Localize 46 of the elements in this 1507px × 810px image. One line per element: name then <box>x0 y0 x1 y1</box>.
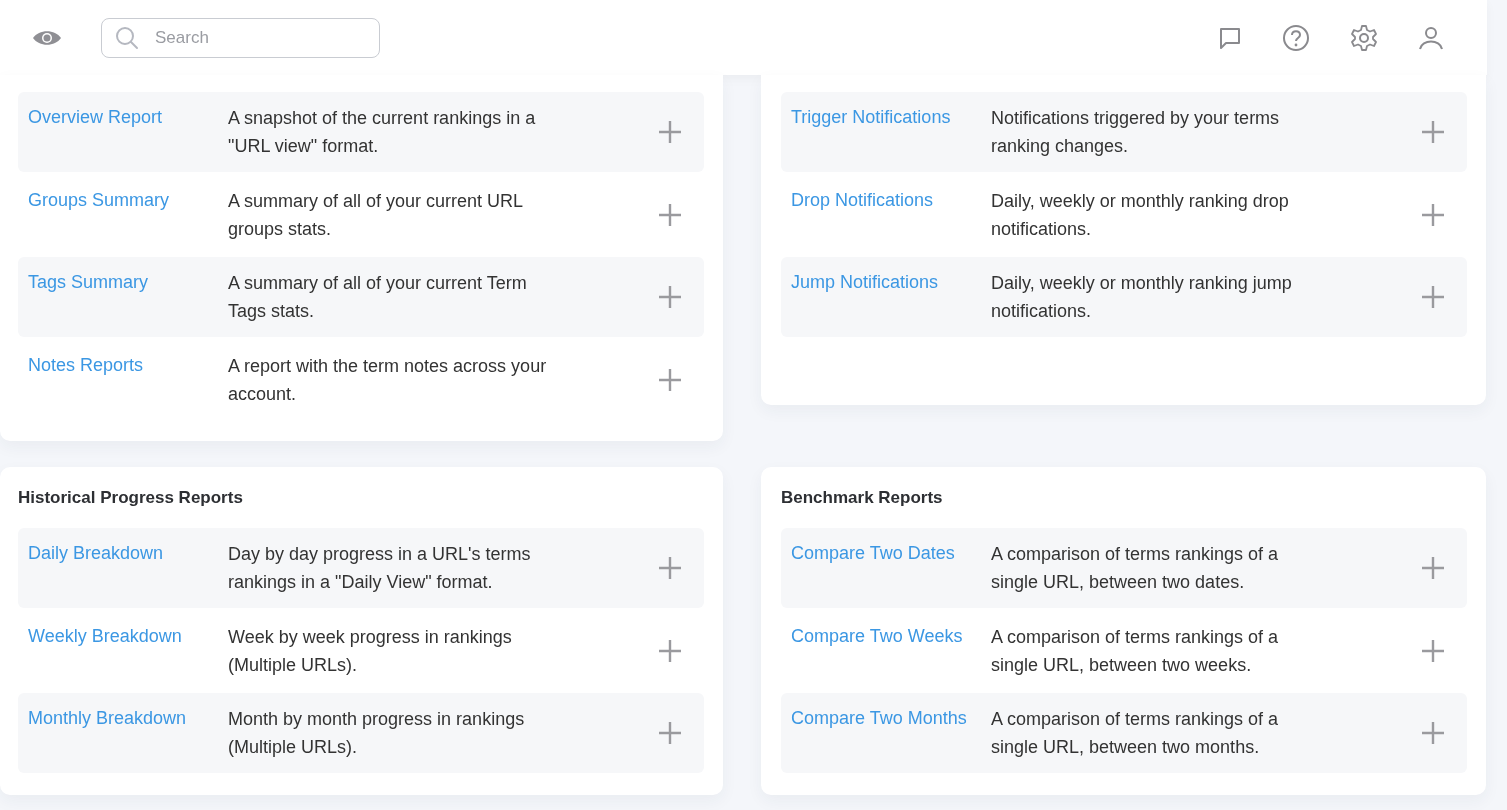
report-description: A summary of all of your current Term Tags stats. <box>228 272 528 323</box>
plus-icon[interactable] <box>1421 556 1445 580</box>
report-description: Daily, weekly or monthly ranking drop notifications. <box>991 189 1290 241</box>
report-row[interactable]: Compare Two Months A comparison of terms rankings of a single URL, between two months. <box>781 693 1467 773</box>
settings-icon[interactable] <box>1350 23 1378 52</box>
report-description: Notifications triggered by your terms ranking changes. <box>991 107 1281 158</box>
report-row[interactable]: Tags Summary A summary of all of your current Term Tags stats. <box>18 257 704 337</box>
report-row[interactable]: Overview Report A snapshot of the current rankings in a "URL view" format. <box>18 92 704 172</box>
plus-icon[interactable] <box>1421 638 1445 663</box>
plus-icon[interactable] <box>658 638 682 663</box>
report-row[interactable]: Jump Notifications Daily, weekly or monthly ranking jump notifications. <box>781 257 1467 337</box>
report-description: Month by month progress in rankings (Multiple URLs). <box>228 708 526 759</box>
report-row[interactable]: Weekly Breakdown Week by week progress in rankings (Multiple URLs). <box>18 610 704 691</box>
plus-icon[interactable] <box>658 120 682 144</box>
report-row[interactable]: Notes Reports A report with the term notes across your account. <box>18 339 704 420</box>
report-description: A comparison of terms rankings of a single URL, between two dates. <box>991 543 1280 594</box>
report-row[interactable]: Groups Summary A summary of all of your current URL groups stats. <box>18 174 704 255</box>
user-icon[interactable] <box>1418 24 1444 51</box>
search-field[interactable]: Search <box>101 17 380 58</box>
plus-icon[interactable] <box>1421 285 1445 309</box>
plus-icon[interactable] <box>658 202 682 227</box>
plus-icon[interactable] <box>658 556 682 580</box>
plus-icon[interactable] <box>658 367 682 392</box>
report-description: A comparison of terms rankings of a single URL, between two weeks. <box>991 625 1280 677</box>
chat-icon[interactable] <box>1218 25 1242 50</box>
report-description: A comparison of terms rankings of a single URL, between two months. <box>991 708 1280 759</box>
report-description: A report with the term notes across your account. <box>228 354 548 406</box>
plus-icon[interactable] <box>1421 721 1445 745</box>
plus-icon[interactable] <box>1421 202 1445 227</box>
report-description: Day by day progress in a URL's terms rankings in a "Daily View" format. <box>228 543 532 594</box>
plus-icon[interactable] <box>658 721 682 745</box>
report-row[interactable]: Drop Notifications Daily, weekly or monthly ranking drop notifications. <box>781 174 1467 255</box>
report-description: Week by week progress in rankings (Multiple URLs). <box>228 625 513 677</box>
report-description: Daily, weekly or monthly ranking jump notifications. <box>991 272 1293 323</box>
report-row[interactable]: Trigger Notifications Notifications triggered by your terms ranking changes. <box>781 92 1467 172</box>
plus-icon[interactable] <box>1421 120 1445 144</box>
report-description: A summary of all of your current URL groups stats. <box>228 189 524 241</box>
help-icon[interactable] <box>1282 23 1310 52</box>
plus-icon[interactable] <box>658 285 682 309</box>
report-row[interactable]: Compare Two Dates A comparison of terms rankings of a single URL, between two dates. <box>781 528 1467 608</box>
report-row[interactable]: Compare Two Weeks A comparison of terms rankings of a single URL, between two weeks. <box>781 610 1467 691</box>
report-row[interactable]: Monthly Breakdown Month by month progress in rankings (Multiple URLs). <box>18 693 704 773</box>
report-description: A snapshot of the current rankings in a "URL view" format. <box>228 107 537 158</box>
section-title: Benchmark Reports <box>781 487 944 509</box>
report-row[interactable]: Daily Breakdown Day by day progress in a URL's terms rankings in a "Daily View" format. <box>18 528 704 608</box>
section-title: Historical Progress Reports <box>18 487 244 509</box>
